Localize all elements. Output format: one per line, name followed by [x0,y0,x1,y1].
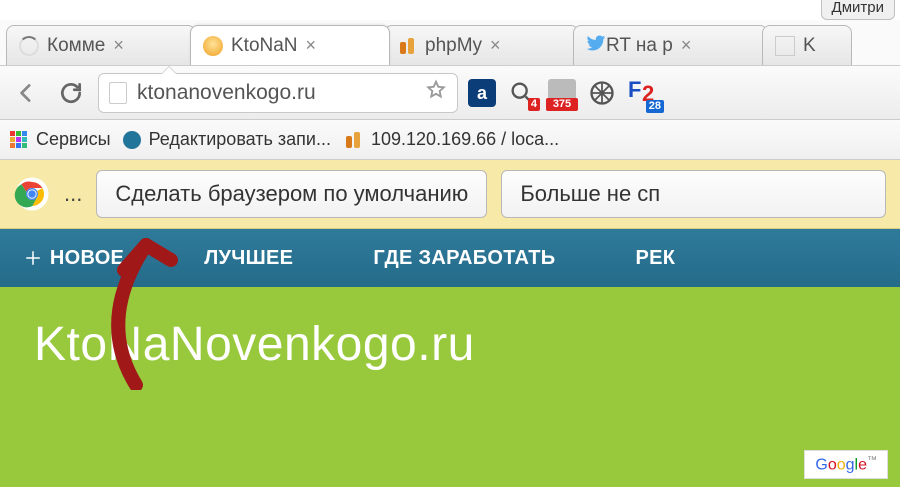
reload-button[interactable] [54,76,88,110]
bulb-icon [203,36,223,56]
star-icon[interactable] [425,79,447,106]
alexa-icon[interactable]: a [468,79,496,107]
ext-badge-375[interactable]: 375 [548,79,576,107]
close-icon[interactable]: × [306,35,317,56]
tab-1[interactable]: Комме × [6,25,196,65]
nav-item-earn[interactable]: ГДЕ ЗАРАБОТАТЬ [373,247,555,270]
bookmarks-bar: Сервисы Редактировать запи... 109.120.16… [0,120,900,160]
ext-f2-icon[interactable]: F2 28 [628,79,664,107]
user-chip[interactable]: Дмитри [821,0,895,20]
chrome-icon [14,176,50,212]
wheel-icon[interactable] [588,79,616,107]
close-icon[interactable]: × [681,35,692,56]
tab-strip: Комме × KtoNaN × phpMy × RT на р × K [0,20,900,66]
toolbar: a 4 375 F2 28 [0,66,900,120]
omnibox[interactable] [98,73,458,113]
badge-28: 28 [646,100,664,113]
ellipsis-icon: ... [64,181,82,207]
apps-icon [10,131,28,149]
badge-4: 4 [528,98,540,111]
url-input[interactable] [137,81,425,105]
magnifier-icon[interactable]: 4 [508,79,536,107]
apps-button[interactable]: Сервисы [10,129,111,150]
dismiss-button[interactable]: Больше не сп [501,170,886,218]
twitter-icon [586,33,606,59]
site-title: KtoNaNovenkogo.ru [34,317,866,372]
close-icon[interactable]: × [490,35,501,56]
tab-label: RT на р [606,35,673,57]
nav-item-best[interactable]: ЛУЧШЕЕ [204,247,293,270]
tab-2-active[interactable]: KtoNaN × [190,25,390,65]
nav-item-new[interactable]: НОВОЕ [24,247,124,270]
bookmark-label: 109.120.169.66 / loca... [371,129,559,150]
hero: KtoNaNovenkogo.ru Google™ [0,287,900,487]
blank-favicon-icon [775,36,795,56]
tab-label: K [803,35,816,57]
tab-4[interactable]: RT на р × [573,25,768,65]
bookmark-label: Редактировать запи... [149,129,331,150]
tab-label: KtoNaN [231,35,298,57]
bookmark-label: Сервисы [36,129,111,150]
phpmyadmin-icon [397,36,417,56]
omnibox-marker-icon [161,67,177,75]
bookmark-wp[interactable]: Редактировать запи... [123,129,331,150]
page-icon [109,82,127,104]
nav-item-rek[interactable]: РЕК [635,247,675,270]
tab-label: Комме [47,35,105,57]
site-nav: НОВОЕ ЛУЧШЕЕ ГДЕ ЗАРАБОТАТЬ РЕК [0,229,900,287]
tab-label: phpMy [425,35,482,57]
default-browser-infobar: ... Сделать браузером по умолчанию Больш… [0,160,900,229]
tab-3[interactable]: phpMy × [384,25,579,65]
spinner-icon [19,36,39,56]
close-icon[interactable]: × [113,35,124,56]
wordpress-icon [123,131,141,149]
tab-5[interactable]: K [762,25,852,65]
bookmark-pma[interactable]: 109.120.169.66 / loca... [343,129,559,150]
google-logo: Google™ [804,450,888,479]
badge-375: 375 [546,98,578,111]
extension-icons: a 4 375 F2 28 [468,79,664,107]
set-default-button[interactable]: Сделать браузером по умолчанию [96,170,487,218]
back-button[interactable] [10,76,44,110]
phpmyadmin-icon [343,130,363,150]
